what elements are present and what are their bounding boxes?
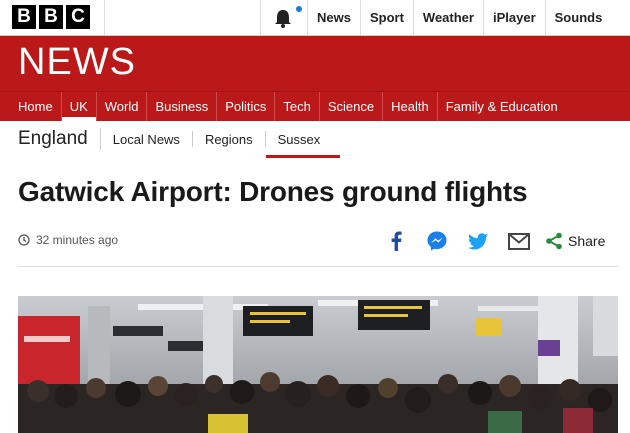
- subnav-local-news[interactable]: Local News: [101, 131, 193, 147]
- subnav-regions[interactable]: Regions: [193, 131, 266, 147]
- region-title[interactable]: England: [18, 128, 101, 150]
- section-nav-science[interactable]: Science: [320, 92, 384, 121]
- article-lead-image: [18, 296, 618, 433]
- bell-icon[interactable]: [268, 7, 298, 29]
- section-nav-uk[interactable]: UK: [61, 92, 97, 121]
- article-headline: Gatwick Airport: Drones ground flights: [18, 176, 528, 207]
- global-header: B B C News Sport Weather iPlayer Sounds: [0, 0, 630, 36]
- nav-sounds[interactable]: Sounds: [544, 0, 612, 35]
- section-nav-home[interactable]: Home: [0, 92, 62, 121]
- section-nav-business[interactable]: Business: [147, 92, 218, 121]
- nav-sport[interactable]: Sport: [359, 0, 413, 35]
- section-nav-health[interactable]: Health: [383, 92, 438, 121]
- divider: [104, 0, 105, 35]
- logo-letter-c: C: [66, 5, 90, 29]
- section-nav-family-education[interactable]: Family & Education: [438, 92, 566, 121]
- article-timestamp: 32 minutes ago: [18, 233, 118, 247]
- share-icon[interactable]: [544, 228, 564, 254]
- bbc-logo[interactable]: B B C: [12, 5, 90, 29]
- nav-news[interactable]: News: [307, 0, 360, 35]
- subnav-sussex[interactable]: Sussex: [265, 131, 340, 158]
- section-nav-politics[interactable]: Politics: [217, 92, 276, 121]
- nav-iplayer[interactable]: iPlayer: [482, 0, 545, 35]
- twitter-icon[interactable]: [462, 228, 494, 254]
- section-nav-world[interactable]: World: [97, 92, 148, 121]
- global-nav: News Sport Weather iPlayer Sounds: [307, 0, 611, 35]
- nav-weather[interactable]: Weather: [412, 0, 483, 35]
- clock-icon: [18, 234, 30, 246]
- share-tools: Share: [380, 228, 605, 254]
- logo-letter-b1: B: [12, 5, 36, 29]
- email-icon[interactable]: [503, 228, 535, 254]
- notification-badge: [296, 6, 302, 12]
- news-header: NEWS: [0, 36, 630, 91]
- timestamp-text: 32 minutes ago: [36, 233, 119, 247]
- regional-nav: England Local News Regions Sussex: [18, 124, 340, 158]
- news-wordmark[interactable]: NEWS: [18, 41, 136, 84]
- section-nav: Home UK World Business Politics Tech Sci…: [0, 91, 630, 121]
- share-label[interactable]: Share: [568, 233, 605, 249]
- logo-letter-b2: B: [39, 5, 63, 29]
- divider: [18, 266, 618, 267]
- section-nav-tech[interactable]: Tech: [275, 92, 320, 121]
- divider: [260, 0, 261, 35]
- facebook-icon[interactable]: [380, 228, 412, 254]
- messenger-icon[interactable]: [421, 228, 453, 254]
